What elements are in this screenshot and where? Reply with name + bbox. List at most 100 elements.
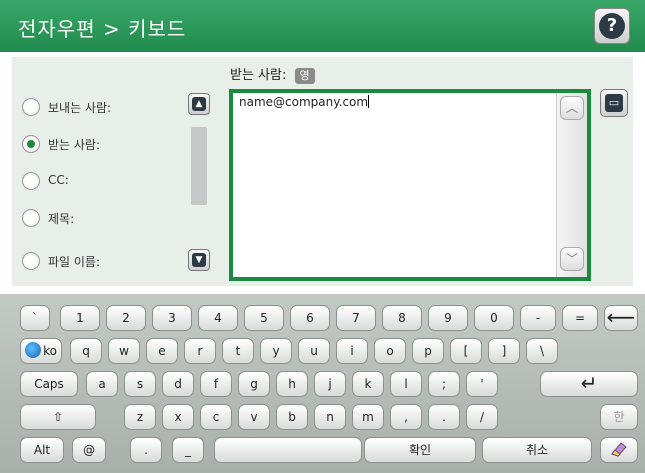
field-list-scroll-down-button[interactable]: ▼: [188, 249, 210, 271]
key-d[interactable]: d: [162, 371, 194, 397]
key-l[interactable]: l: [390, 371, 422, 397]
backspace-arrow-icon: ⟵: [606, 305, 636, 329]
key-right-bracket[interactable]: ]: [488, 338, 520, 364]
key-f[interactable]: f: [200, 371, 232, 397]
key-8[interactable]: 8: [382, 305, 422, 331]
email-text: name@company.com: [239, 95, 369, 109]
chevron-down-icon: ▼: [192, 253, 206, 267]
hangul-key[interactable]: 한: [600, 404, 638, 430]
radio-cc[interactable]: [22, 172, 40, 190]
key-v[interactable]: v: [238, 404, 270, 430]
active-field-label: 받는 사람:: [230, 68, 287, 83]
key-u[interactable]: u: [298, 338, 330, 364]
key-4[interactable]: 4: [198, 305, 238, 331]
help-icon: ?: [599, 13, 625, 39]
radio-subject[interactable]: [22, 209, 40, 227]
key-minus[interactable]: -: [520, 305, 556, 331]
field-filename-label: 파일 이름:: [48, 255, 101, 269]
key-2[interactable]: 2: [106, 305, 146, 331]
key-j[interactable]: j: [314, 371, 346, 397]
key-equals[interactable]: =: [562, 305, 598, 331]
radio-to[interactable]: [22, 135, 40, 153]
field-subject-label: 제목:: [48, 212, 75, 226]
key-a[interactable]: a: [86, 371, 118, 397]
email-text-value: name@company.com: [239, 95, 370, 109]
eraser-button[interactable]: [600, 437, 638, 463]
alt-key[interactable]: Alt: [20, 437, 64, 463]
key-period[interactable]: .: [428, 404, 460, 430]
key-9[interactable]: 9: [428, 305, 468, 331]
key-6[interactable]: 6: [290, 305, 330, 331]
shift-key[interactable]: ⇧: [20, 404, 96, 430]
key-s[interactable]: s: [124, 371, 156, 397]
field-list-scroll-thumb[interactable]: [191, 127, 207, 205]
key-5[interactable]: 5: [244, 305, 284, 331]
text-caret: [368, 95, 370, 108]
radio-filename[interactable]: [22, 252, 40, 270]
key-apostrophe[interactable]: ': [466, 371, 498, 397]
help-button[interactable]: ?: [594, 8, 630, 44]
key-left-bracket[interactable]: [: [450, 338, 482, 364]
key-underscore[interactable]: _: [172, 437, 204, 463]
key-i[interactable]: i: [336, 338, 368, 364]
field-to[interactable]: 받는 사람:: [20, 132, 180, 156]
enter-key[interactable]: ↵: [540, 371, 638, 397]
radio-from[interactable]: [22, 98, 40, 116]
key-backtick[interactable]: `: [20, 305, 50, 331]
cancel-button[interactable]: 취소: [482, 437, 592, 463]
key-r[interactable]: r: [184, 338, 216, 364]
field-list-scroll-up-button[interactable]: ▲: [188, 93, 210, 115]
key-e[interactable]: e: [146, 338, 178, 364]
key-dot[interactable]: .: [130, 437, 162, 463]
key-1[interactable]: 1: [60, 305, 100, 331]
key-h[interactable]: h: [276, 371, 308, 397]
field-cc[interactable]: CC:: [20, 169, 180, 193]
key-t[interactable]: t: [222, 338, 254, 364]
field-subject[interactable]: 제목:: [20, 206, 180, 230]
eraser-icon: [611, 442, 627, 457]
ok-button[interactable]: 확인: [364, 437, 476, 463]
key-g[interactable]: g: [238, 371, 270, 397]
key-3[interactable]: 3: [152, 305, 192, 331]
key-y[interactable]: y: [260, 338, 292, 364]
globe-icon: [25, 342, 42, 358]
key-semicolon[interactable]: ;: [428, 371, 460, 397]
key-slash[interactable]: /: [466, 404, 498, 430]
language-key-label: ko: [43, 344, 57, 358]
key-z[interactable]: z: [124, 404, 156, 430]
field-to-label: 받는 사람:: [48, 138, 101, 152]
key-backslash[interactable]: \: [526, 338, 558, 364]
key-w[interactable]: w: [108, 338, 140, 364]
key-c[interactable]: c: [200, 404, 232, 430]
title-bar: 전자우편 > 키보드 ?: [0, 0, 645, 52]
address-book-button[interactable]: ▭: [600, 89, 628, 117]
key-n[interactable]: n: [314, 404, 346, 430]
text-area-scroll-up-button[interactable]: ︿: [560, 96, 584, 120]
caps-key[interactable]: Caps: [20, 371, 78, 397]
text-area-scrollbar[interactable]: ︿ ﹀: [556, 93, 587, 277]
field-list-scrollbar[interactable]: ▲ ▼: [188, 93, 210, 271]
field-filename[interactable]: 파일 이름:: [20, 249, 180, 273]
email-text-area[interactable]: name@company.com ︿ ﹀: [229, 89, 591, 281]
key-7[interactable]: 7: [336, 305, 376, 331]
key-q[interactable]: q: [70, 338, 102, 364]
key-comma[interactable]: ,: [390, 404, 422, 430]
text-area-scroll-down-button[interactable]: ﹀: [560, 247, 584, 271]
key-at[interactable]: @: [72, 437, 106, 463]
language-key[interactable]: ko: [20, 338, 62, 364]
key-m[interactable]: m: [352, 404, 384, 430]
key-x[interactable]: x: [162, 404, 194, 430]
key-0[interactable]: 0: [474, 305, 514, 331]
key-o[interactable]: o: [374, 338, 406, 364]
enter-arrow-icon: ↵: [580, 371, 598, 395]
field-cc-label: CC:: [48, 173, 69, 187]
key-b[interactable]: b: [276, 404, 308, 430]
field-from-label: 보내는 사람:: [48, 101, 112, 115]
shift-arrow-icon: ⇧: [52, 410, 64, 424]
language-badge: 영: [294, 68, 315, 84]
backspace-key[interactable]: ⟵: [604, 305, 638, 331]
space-key[interactable]: [214, 437, 362, 463]
field-from[interactable]: 보내는 사람:: [20, 95, 180, 119]
key-k[interactable]: k: [352, 371, 384, 397]
key-p[interactable]: p: [412, 338, 444, 364]
